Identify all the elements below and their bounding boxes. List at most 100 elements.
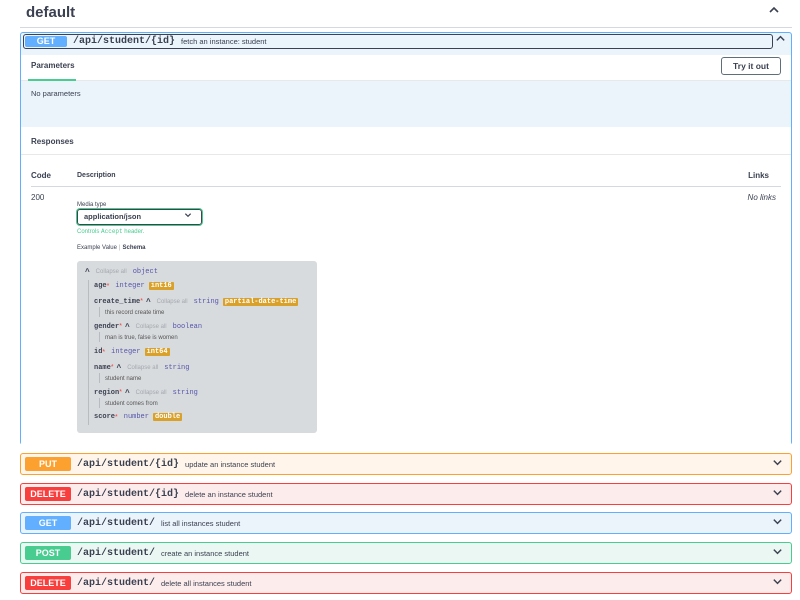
opblock-path: /api/student/{id} bbox=[77, 458, 180, 470]
responses-title: Responses bbox=[31, 137, 74, 146]
schema-model-box: ^ Collapse all object age * integer int16… bbox=[77, 261, 317, 433]
method-badge: GET bbox=[25, 36, 67, 47]
opblock-summary[interactable]: POST /api/student/ create an instance st… bbox=[21, 543, 791, 563]
prop-type: integer bbox=[115, 282, 145, 290]
prop-type: string bbox=[193, 297, 219, 306]
caret-up-icon[interactable]: ^ bbox=[85, 267, 90, 276]
opblock-get-students[interactable]: GET /api/student/ list all instances stu… bbox=[20, 512, 792, 534]
caret-up-icon[interactable]: ^ bbox=[125, 322, 130, 331]
schema-prop-region: region * ^ Collapse all string bbox=[94, 388, 198, 397]
opblock-summary-text: delete all instances student bbox=[161, 578, 252, 588]
chevron-down-icon bbox=[184, 210, 192, 224]
collapse-all-link[interactable]: Collapse all bbox=[127, 365, 158, 371]
chevron-down-icon[interactable] bbox=[772, 457, 783, 471]
opblock-post-student[interactable]: POST /api/student/ create an instance st… bbox=[20, 542, 792, 564]
collapse-all-link[interactable]: Collapse all bbox=[136, 324, 167, 330]
example-schema-tabs: Example Value | Schema bbox=[77, 245, 146, 251]
no-parameters-text: No parameters bbox=[31, 89, 81, 98]
opblock-summary[interactable]: DELETE /api/student/{id} delete an insta… bbox=[21, 484, 791, 504]
collapse-all-link[interactable]: Collapse all bbox=[96, 269, 127, 275]
media-type-select[interactable]: application/json bbox=[77, 209, 202, 225]
tab-parameters[interactable]: Parameters bbox=[31, 61, 75, 70]
chevron-down-icon[interactable] bbox=[772, 516, 783, 530]
opblock-delete-all-students[interactable]: DELETE /api/student/ delete all instance… bbox=[20, 572, 792, 594]
opblock-summary-text: delete an instance student bbox=[185, 489, 273, 499]
method-badge: PUT bbox=[25, 457, 71, 471]
schema-prop-gender: gender * ^ Collapse all boolean bbox=[94, 322, 203, 331]
try-it-out-button[interactable]: Try it out bbox=[721, 57, 781, 75]
col-header-description: Description bbox=[77, 172, 116, 179]
collapse-all-link[interactable]: Collapse all bbox=[157, 299, 188, 305]
section-header[interactable]: default bbox=[20, 0, 792, 28]
method-badge: DELETE bbox=[25, 487, 71, 501]
tree-line bbox=[88, 280, 89, 425]
method-badge: GET bbox=[25, 516, 71, 530]
no-links-text: No links bbox=[747, 193, 776, 202]
tab-example-value[interactable]: Example Value bbox=[77, 245, 117, 251]
opblock-summary-text: list all instances student bbox=[161, 518, 241, 528]
divider bbox=[31, 186, 781, 187]
prop-description: this record create time bbox=[105, 310, 165, 316]
chevron-down-icon[interactable] bbox=[772, 546, 783, 560]
opblock-summary-text: create an instance student bbox=[161, 548, 249, 558]
opblock-summary[interactable]: DELETE /api/student/ delete all instance… bbox=[21, 573, 791, 593]
caret-up-icon[interactable]: ^ bbox=[146, 297, 151, 306]
schema-prop-name: name * ^ Collapse all string bbox=[94, 363, 190, 372]
opblock-summary-text: update an instance student bbox=[185, 459, 276, 469]
opblock-summary[interactable]: PUT /api/student/{id} update an instance… bbox=[21, 454, 791, 474]
opblock-path: /api/student/{id} bbox=[77, 488, 180, 500]
parameters-section: Parameters Try it out No parameters bbox=[21, 55, 791, 111]
prop-format-badge: partial-date-time bbox=[222, 297, 299, 306]
schema-root[interactable]: ^ Collapse all object bbox=[85, 267, 158, 276]
opblock-delete-student-by-id[interactable]: DELETE /api/student/{id} delete an insta… bbox=[20, 483, 792, 505]
prop-name: id bbox=[94, 348, 103, 356]
col-header-links: Links bbox=[748, 171, 769, 180]
prop-type: integer bbox=[111, 348, 141, 356]
chevron-up-icon[interactable] bbox=[775, 33, 786, 47]
responses-section: Responses Code Description Links 200 No … bbox=[21, 127, 791, 445]
controls-accept-code: Accept bbox=[101, 228, 123, 235]
opblock-summary-text: fetch an instance: student bbox=[181, 37, 267, 46]
opblock-summary-control[interactable]: GET /api/student/{id} fetch an instance:… bbox=[23, 34, 773, 49]
tab-schema[interactable]: Schema bbox=[122, 245, 145, 251]
opblock-summary[interactable]: GET /api/student/ list all instances stu… bbox=[21, 513, 791, 533]
prop-type: string bbox=[172, 388, 198, 397]
tree-line bbox=[99, 307, 100, 317]
responses-header: Responses bbox=[21, 127, 791, 155]
opblock-get-student-by-id: GET /api/student/{id} fetch an instance:… bbox=[20, 32, 792, 445]
prop-description: student name bbox=[105, 376, 142, 382]
collapse-all-link[interactable]: Collapse all bbox=[136, 390, 167, 396]
chevron-down-icon[interactable] bbox=[772, 576, 783, 590]
parameters-tabbar: Parameters Try it out bbox=[21, 55, 791, 81]
controls-accept-note: Controls Accept header. bbox=[77, 228, 144, 235]
caret-up-icon[interactable]: ^ bbox=[125, 388, 130, 397]
tree-line bbox=[99, 373, 100, 383]
chevron-down-icon[interactable] bbox=[772, 487, 783, 501]
tree-line bbox=[99, 398, 100, 408]
prop-name: age bbox=[94, 282, 107, 290]
opblock-path: /api/student/{id} bbox=[73, 36, 176, 47]
opblock-path: /api/student/ bbox=[77, 547, 156, 559]
prop-type: string bbox=[164, 363, 190, 372]
section-title: default bbox=[26, 4, 76, 21]
schema-prop-score: score * number double bbox=[94, 413, 183, 421]
prop-name: name bbox=[94, 363, 111, 372]
method-badge: DELETE bbox=[25, 576, 71, 590]
prop-format-badge: double bbox=[152, 413, 183, 421]
opblock-put-student-by-id[interactable]: PUT /api/student/{id} update an instance… bbox=[20, 453, 792, 475]
controls-text: Controls bbox=[77, 229, 100, 235]
tree-line bbox=[99, 332, 100, 342]
prop-type: number bbox=[123, 413, 149, 421]
media-type-label: Media type bbox=[77, 202, 107, 208]
controls-header-text: header. bbox=[124, 229, 145, 235]
prop-format-badge: int16 bbox=[148, 282, 174, 290]
root-type: object bbox=[132, 267, 158, 276]
caret-up-icon[interactable]: ^ bbox=[117, 363, 122, 372]
prop-description: student comes from bbox=[105, 401, 158, 407]
opblock-summary[interactable]: GET /api/student/{id} fetch an instance:… bbox=[21, 33, 791, 51]
prop-name: gender bbox=[94, 322, 120, 331]
prop-description: man is true, false is women bbox=[105, 335, 178, 341]
schema-prop-age: age * integer int16 bbox=[94, 282, 174, 290]
method-badge: POST bbox=[25, 546, 71, 560]
chevron-up-icon[interactable] bbox=[768, 3, 780, 19]
